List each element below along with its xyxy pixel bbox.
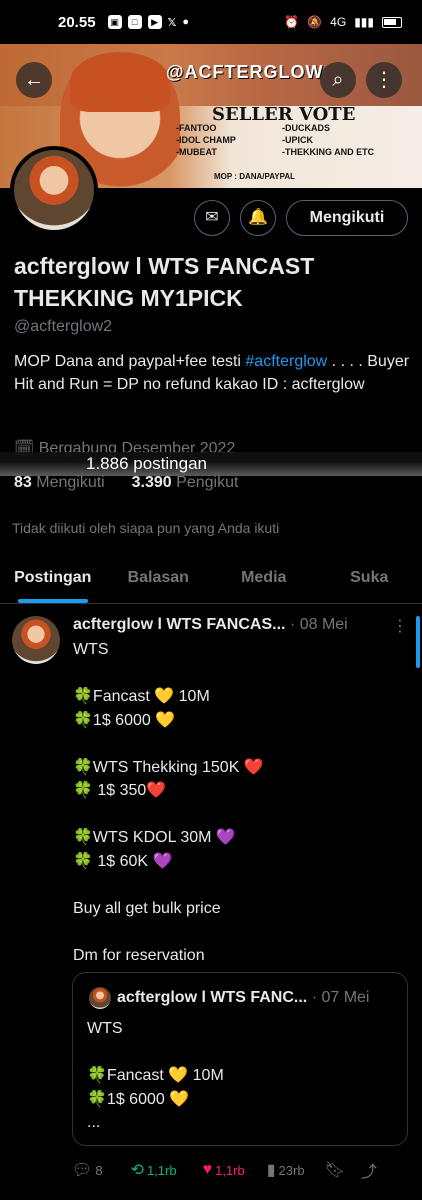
views-chart-icon: ▮: [266, 1162, 276, 1179]
tweet-header: acfterglow l WTS FANCAS... · 08 Mei: [73, 616, 348, 634]
tweet-text: WTS 🍀Fancast 💛 10M 🍀1$ 6000 💛 🍀WTS Thekk…: [73, 641, 264, 964]
bookmark-icon: 🔖︎: [324, 1162, 345, 1179]
youtube-icon: ▶: [147, 15, 162, 29]
post-count: 1.886 postingan: [86, 454, 207, 473]
bookmark-button[interactable]: 🔖︎: [325, 1160, 345, 1180]
following-link[interactable]: 83 Mengikuti: [14, 474, 105, 491]
tweet-more-icon[interactable]: ⋮: [392, 616, 408, 636]
tab-posts[interactable]: Postingan: [0, 556, 106, 603]
more-button[interactable]: ⋮: [366, 62, 402, 98]
views-button[interactable]: ▮ 23rb: [267, 1160, 305, 1180]
mail-icon: ✉: [205, 209, 219, 226]
quote-author: acfterglow l WTS FANC...: [117, 989, 308, 1006]
battery-icon: [382, 16, 402, 28]
tweet-avatar[interactable]: [12, 616, 60, 664]
bio-hashtag-link[interactable]: #acfterglow: [245, 353, 327, 370]
tab-media[interactable]: Media: [211, 556, 317, 603]
tab-likes[interactable]: Suka: [317, 556, 422, 603]
like-button[interactable]: ♥ 1,1rb: [203, 1161, 245, 1179]
quoted-tweet[interactable]: acfterglow l WTS FANC... · 07 Mei WTS 🍀F…: [72, 972, 408, 1146]
quote-text: WTS 🍀Fancast 💛 10M 🍀1$ 6000 💛 ...: [87, 1020, 224, 1131]
search-button[interactable]: ⌕: [320, 62, 356, 98]
follow-counts: 83 Mengikuti 3.390 Pengikut: [14, 474, 238, 492]
share-button[interactable]: ⤴: [361, 1158, 377, 1182]
banner-character-hair: [70, 52, 170, 112]
handle: @acfterglow2: [14, 318, 113, 335]
repost-button[interactable]: ⟲ 1,1rb: [131, 1160, 177, 1180]
tweet-actions: 💬︎ 8 ⟲ 1,1rb ♥ 1,1rb ▮ 23rb 🔖︎ ⤴: [72, 1158, 408, 1182]
reply-icon: 💬︎: [72, 1162, 93, 1179]
alarm-icon: ⏰: [284, 15, 300, 29]
signal-icon: ▮▮▮: [354, 15, 374, 29]
search-icon: ⌕: [332, 69, 344, 91]
back-button[interactable]: ←: [16, 62, 52, 98]
quote-avatar: [89, 987, 111, 1009]
not-followed-note: Tidak diikuti oleh siapa pun yang Anda i…: [12, 520, 280, 536]
bell-plus-icon: 🔔: [248, 209, 268, 226]
display-name: acfterglow l WTS FANCAST THEKKING MY1PIC…: [14, 253, 315, 311]
followers-link[interactable]: 3.390 Pengikut: [132, 474, 239, 491]
arrow-left-icon: ←: [24, 69, 44, 91]
profile-tabs: Postingan Balasan Media Suka: [0, 556, 422, 604]
x-icon: 𝕏: [167, 16, 177, 29]
clock: 20.55: [58, 13, 96, 31]
more-vertical-icon: ⋮: [374, 69, 394, 91]
tweet-author[interactable]: acfterglow l WTS FANCAS...: [73, 616, 285, 633]
shield-app-icon: ▣: [107, 15, 122, 29]
banner-brand: @ACFTERGLOW: [166, 62, 324, 82]
heart-icon: ♥: [202, 1161, 213, 1178]
repost-icon: ⟲: [130, 1162, 144, 1179]
quote-header: acfterglow l WTS FANC... · 07 Mei: [117, 989, 369, 1007]
banner-left-list: -FANTOO -IDOL CHAMP -MUBEAT: [176, 123, 236, 157]
notify-button[interactable]: 🔔: [240, 200, 276, 236]
profile-avatar[interactable]: [10, 146, 98, 234]
network-label: 4G: [330, 15, 347, 29]
sticky-header-overlay: [0, 452, 422, 476]
status-bar: 20.55 ▣ □ ▶ 𝕏 ● ⏰ 🔕 4G ▮▮▮: [0, 0, 422, 44]
tweet-date: · 08 Mei: [289, 616, 348, 633]
following-button[interactable]: Mengikuti: [286, 200, 408, 236]
tweet[interactable]: acfterglow l WTS FANCAS... · 08 Mei ⋮ WT…: [0, 604, 422, 1200]
banner-mop: MOP : DANA/PAYPAL: [214, 172, 296, 181]
quote-date: · 07 Mei: [311, 989, 370, 1006]
square-app-icon: □: [127, 15, 142, 29]
mute-icon: 🔕: [307, 15, 323, 29]
reply-button[interactable]: 💬︎ 8: [72, 1160, 103, 1180]
dot-icon: ●: [182, 16, 190, 28]
bio: MOP Dana and paypal+fee testi #acfterglo…: [14, 353, 410, 393]
message-button[interactable]: ✉: [194, 200, 230, 236]
banner-right-list: -DUCKADS -UPICK -THEKKING AND ETC: [282, 123, 375, 157]
tab-replies[interactable]: Balasan: [106, 556, 212, 603]
share-icon: ⤴: [360, 1164, 377, 1181]
